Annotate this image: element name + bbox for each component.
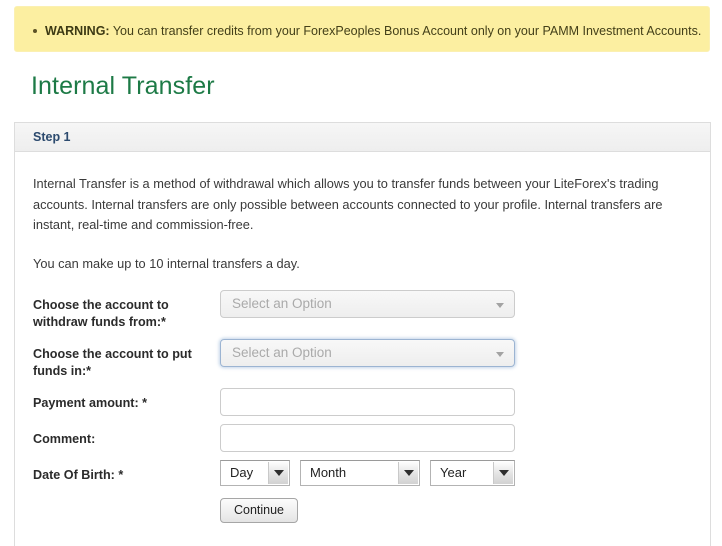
control-withdraw-from: Select an Option [220,289,692,318]
year-select[interactable]: Year [430,459,515,486]
label-payment-amount: Payment amount: * [33,395,148,410]
date-of-birth-group: Day Month Year [220,459,692,486]
withdraw-from-select[interactable]: Select an Option [220,289,515,318]
day-select[interactable]: Day [220,459,290,486]
warning-banner: WARNING: You can transfer credits from y… [14,6,710,52]
control-date-of-birth: Day Month Year [220,459,692,486]
continue-button[interactable]: Continue [220,497,298,523]
label-withdraw-from: Choose the account to withdraw funds fro… [33,297,169,329]
chevron-down-icon [498,469,509,476]
month-select-value: Month [310,464,347,480]
form-row-date-of-birth: Date Of Birth: * Day Month Year [33,459,692,486]
put-funds-in-select[interactable]: Select an Option [220,338,515,367]
control-comment [220,423,692,452]
form-row-comment: Comment: [33,423,692,452]
control-payment-amount [220,387,692,416]
bullet-icon [33,29,37,33]
month-select[interactable]: Month [300,459,420,486]
payment-amount-input[interactable] [220,387,515,416]
label-comment: Comment: [33,431,96,446]
chevron-down-icon [273,469,284,476]
step-panel: Step 1 Internal Transfer is a method of … [14,122,711,546]
warning-text: You can transfer credits from your Forex… [109,24,702,38]
internal-transfer-form: Choose the account to withdraw funds fro… [33,289,692,523]
panel-header: Step 1 [15,123,710,152]
month-select-button[interactable] [398,461,418,484]
label-put-funds-in: Choose the account to put funds in:* [33,346,192,378]
warning-message: WARNING: You can transfer credits from y… [33,23,701,39]
intro-paragraph: Internal Transfer is a method of withdra… [33,176,663,232]
day-select-button[interactable] [268,461,288,484]
form-row-withdraw-from: Choose the account to withdraw funds fro… [33,289,692,331]
note-paragraph: You can make up to 10 internal transfers… [33,255,300,271]
warning-label: WARNING: [45,24,110,38]
form-row-put-funds-in: Choose the account to put funds in:* Sel… [33,338,692,380]
withdraw-from-select-value: Select an Option [232,295,332,311]
label-date-of-birth: Date Of Birth: * [33,467,124,482]
control-put-funds-in: Select an Option [220,338,692,367]
chevron-down-icon [496,351,504,357]
day-select-value: Day [230,464,254,480]
page-title: Internal Transfer [31,72,215,100]
chevron-down-icon [403,469,414,476]
put-funds-in-select-value: Select an Option [232,344,332,360]
step-title: Step 1 [33,130,71,144]
form-row-payment-amount: Payment amount: * [33,387,692,416]
panel-body: Internal Transfer is a method of withdra… [15,152,710,523]
comment-input[interactable] [220,423,515,452]
year-select-button[interactable] [493,461,513,484]
year-select-value: Year [440,464,467,480]
chevron-down-icon [496,302,504,308]
form-row-submit: Continue [33,497,692,523]
